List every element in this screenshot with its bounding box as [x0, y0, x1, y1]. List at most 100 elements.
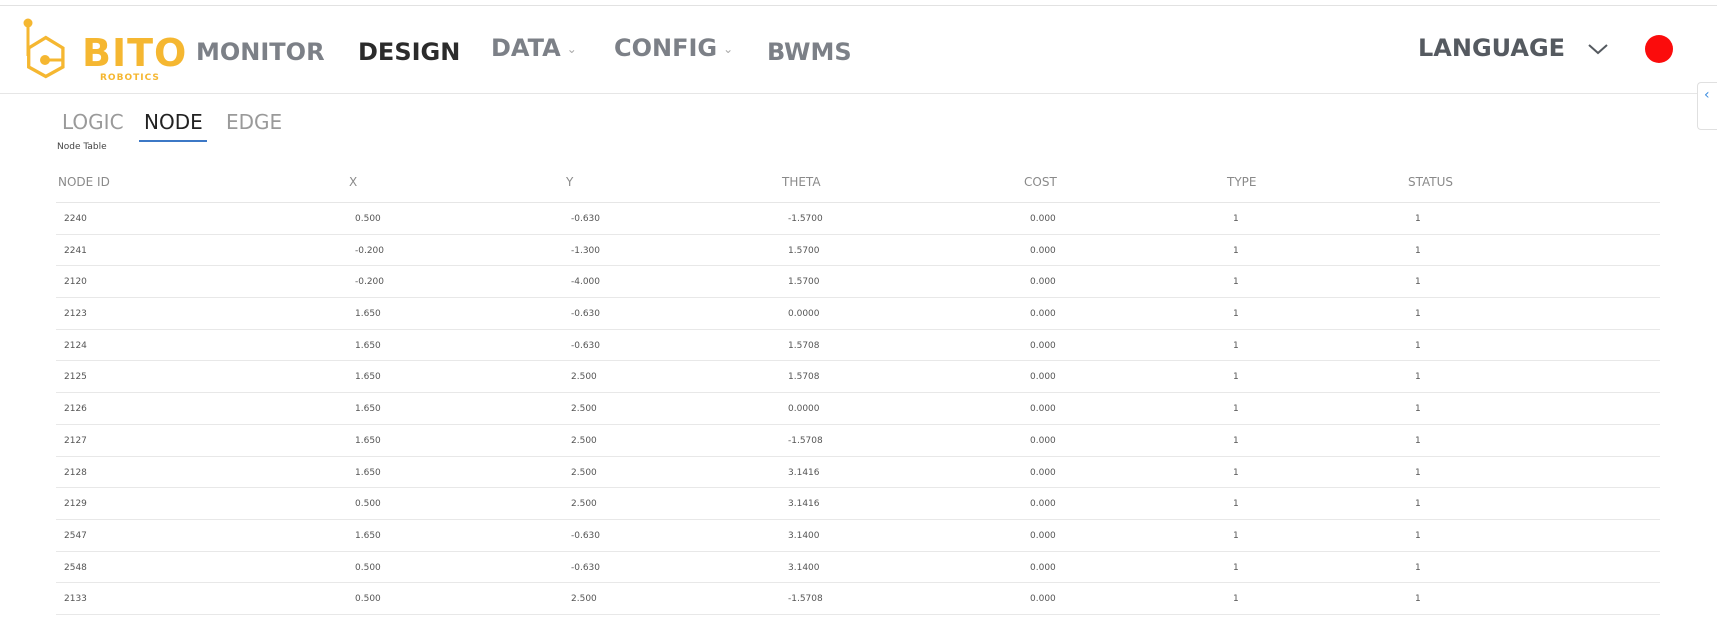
table-cell: 0.500: [355, 214, 381, 224]
table-row[interactable]: 2123 1.650 -0.630 0.0000 0.000 1 1: [56, 298, 1660, 330]
tab-edge[interactable]: EDGE: [226, 108, 282, 142]
node-table: NODE ID X Y THETA COST TYPE STATUS 2240 0.500 -0…: [56, 168, 1660, 615]
logo-subtitle: ROBOTICS: [100, 73, 160, 83]
table-row[interactable]: 2547 1.650 -0.630 3.1400 0.000 1 1: [56, 520, 1660, 552]
table-cell: 1.5700: [788, 277, 820, 288]
language-selector[interactable]: LANGUAGE: [1418, 28, 1609, 68]
table-cell: 1.650: [355, 340, 381, 351]
table-cell: 1.650: [355, 467, 381, 478]
table-cell: 0.000: [1030, 277, 1056, 288]
table-cell: 2548: [64, 562, 87, 573]
table-cell: 3.1416: [788, 499, 820, 510]
table-cell: -0.200: [355, 245, 385, 256]
bito-logo[interactable]: BITO ROBOTICS: [22, 16, 186, 84]
table-row[interactable]: 2548 0.500 -0.630 3.1400 0.000 1 1: [56, 552, 1660, 584]
table-cell: 1: [1233, 245, 1239, 256]
table-cell: 1.5700: [788, 245, 820, 256]
table-cell: 2125: [64, 372, 87, 383]
table-cell: 1: [1233, 309, 1239, 320]
table-cell: 2128: [64, 467, 87, 478]
table-cell: -0.630: [571, 530, 601, 541]
table-caption: Node Table: [57, 142, 107, 152]
table-cell: 3.1400: [788, 530, 820, 541]
table-row[interactable]: 2125 1.650 2.500 1.5708 0.000 1 1: [56, 361, 1660, 394]
tab-node[interactable]: NODE: [144, 108, 203, 142]
column-header[interactable]: THETA: [782, 175, 821, 189]
table-cell: 1: [1415, 245, 1421, 256]
nav-config[interactable]: CONFIG ⌄: [614, 28, 733, 68]
table-row[interactable]: 2126 1.650 2.500 0.0000 0.000 1 1: [56, 393, 1660, 425]
table-cell: -0.200: [355, 277, 385, 288]
table-cell: 0.000: [1030, 245, 1056, 256]
table-cell: 2133: [64, 594, 87, 605]
table-cell: 0.500: [355, 562, 381, 573]
table-cell: 1: [1233, 435, 1239, 446]
table-header: NODE ID X Y THETA COST TYPE STATUS: [56, 168, 1660, 203]
table-cell: 2129: [64, 499, 87, 510]
table-row[interactable]: 2240 0.500 -0.630 -1.5700 0.000 1 1: [56, 203, 1660, 235]
chevron-down-icon: ⌄: [566, 42, 577, 56]
chevron-left-icon: ‹: [1704, 87, 1710, 103]
nav-monitor-label: MONITOR: [196, 38, 325, 66]
column-header[interactable]: NODE ID: [58, 175, 110, 189]
side-panel-toggle[interactable]: ‹: [1697, 82, 1717, 130]
table-cell: 0.000: [1030, 467, 1056, 478]
table-cell: 1: [1233, 499, 1239, 510]
active-tab-indicator: [139, 140, 207, 142]
table-cell: 1.5708: [788, 372, 820, 383]
table-cell: 1: [1415, 214, 1421, 224]
column-header[interactable]: X: [349, 175, 357, 189]
table-row[interactable]: 2241 -0.200 -1.300 1.5700 0.000 1 1: [56, 235, 1660, 267]
table-cell: 2.500: [571, 372, 597, 383]
column-header[interactable]: TYPE: [1227, 175, 1256, 189]
table-cell: 1: [1233, 594, 1239, 605]
table-cell: 2.500: [571, 499, 597, 510]
table-cell: 1: [1233, 277, 1239, 288]
nav-design[interactable]: DESIGN: [358, 32, 460, 72]
table-cell: 1: [1415, 340, 1421, 351]
table-cell: 2126: [64, 404, 87, 415]
table-cell: -4.000: [571, 277, 601, 288]
table-cell: 1.650: [355, 530, 381, 541]
table-cell: 1.650: [355, 435, 381, 446]
tab-logic[interactable]: LOGIC: [62, 108, 124, 142]
table-row[interactable]: 2128 1.650 2.500 3.1416 0.000 1 1: [56, 457, 1660, 489]
table-cell: 3.1416: [788, 467, 820, 478]
table-cell: 2120: [64, 277, 87, 288]
table-cell: 0.000: [1030, 562, 1056, 573]
table-cell: 1: [1415, 277, 1421, 288]
table-row[interactable]: 2127 1.650 2.500 -1.5708 0.000 1 1: [56, 425, 1660, 457]
table-cell: 1: [1233, 372, 1239, 383]
table-cell: 1: [1415, 594, 1421, 605]
table-row[interactable]: 2124 1.650 -0.630 1.5708 0.000 1 1: [56, 330, 1660, 362]
table-row[interactable]: 2120 -0.200 -4.000 1.5700 0.000 1 1: [56, 266, 1660, 299]
table-cell: 2547: [64, 530, 87, 541]
chevron-down-icon: ⌄: [723, 42, 734, 56]
table-cell: 1.5708: [788, 340, 820, 351]
table-cell: 1: [1415, 372, 1421, 383]
chevron-down-icon: [1588, 44, 1609, 55]
table-cell: 1: [1415, 435, 1421, 446]
table-cell: 1: [1233, 467, 1239, 478]
table-cell: -0.630: [571, 309, 601, 320]
column-header[interactable]: Y: [566, 175, 573, 189]
table-cell: 2124: [64, 340, 87, 351]
logo-wordmark: BITO: [82, 31, 188, 75]
nav-bwms[interactable]: BWMS: [767, 32, 852, 72]
language-label: LANGUAGE: [1418, 34, 1566, 62]
table-cell: 0.500: [355, 499, 381, 510]
table-cell: 2123: [64, 309, 87, 320]
nav-data[interactable]: DATA ⌄: [491, 28, 577, 68]
connection-status-indicator[interactable]: [1645, 35, 1673, 63]
column-header[interactable]: COST: [1024, 175, 1057, 189]
table-cell: 3.1400: [788, 562, 820, 573]
column-header[interactable]: STATUS: [1408, 175, 1453, 189]
nav-monitor[interactable]: MONITOR: [196, 32, 325, 72]
table-cell: -1.5700: [788, 214, 823, 224]
table-cell: 1: [1233, 404, 1239, 415]
table-cell: 1: [1233, 530, 1239, 541]
table-row[interactable]: 2133 0.500 2.500 -1.5708 0.000 1 1: [56, 583, 1660, 615]
table-row[interactable]: 2129 0.500 2.500 3.1416 0.000 1 1: [56, 488, 1660, 520]
nav-design-label: DESIGN: [358, 38, 461, 66]
table-cell: 1: [1415, 499, 1421, 510]
